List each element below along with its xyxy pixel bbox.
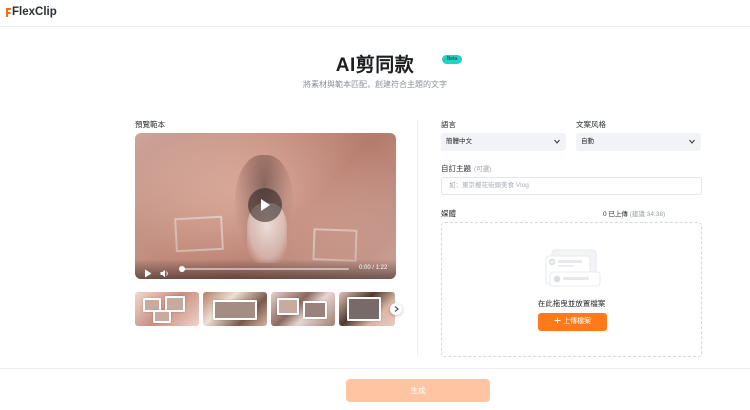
topic-input[interactable]: 如：東京櫻花街頭美食 Vlog bbox=[441, 177, 702, 195]
beta-badge: Beta bbox=[442, 55, 462, 64]
upload-files-button[interactable]: 上傳檔案 bbox=[538, 313, 607, 331]
top-bar: FlexClip bbox=[0, 0, 750, 27]
bottom-action-bar: 生成 bbox=[0, 368, 750, 410]
preview-label: 預覽範本 bbox=[135, 120, 165, 129]
topic-optional-hint: (可選) bbox=[474, 166, 492, 173]
play-icon bbox=[261, 199, 270, 211]
thumbnails-next-button[interactable] bbox=[390, 303, 402, 315]
play-icon bbox=[145, 269, 152, 278]
style-select-value: 自動 bbox=[581, 138, 594, 145]
column-divider bbox=[417, 120, 418, 356]
template-thumbnail-strip bbox=[135, 292, 401, 326]
logo-text: FlexClip bbox=[12, 6, 57, 18]
flexclip-logo[interactable]: FlexClip bbox=[5, 6, 57, 18]
chevron-down-icon bbox=[554, 139, 560, 144]
volume-button[interactable] bbox=[160, 265, 170, 279]
video-time: 0:00 / 1:22 bbox=[359, 265, 388, 271]
topic-label: 自訂主題 (可選) bbox=[441, 163, 491, 174]
language-label: 語言 bbox=[441, 120, 456, 129]
template-thumbnail[interactable] bbox=[135, 292, 199, 326]
media-dropzone[interactable]: 在此拖曳並放置檔案 上傳檔案 bbox=[441, 222, 702, 357]
page-title: AI剪同款 bbox=[335, 55, 415, 76]
template-thumbnail[interactable] bbox=[271, 292, 335, 326]
style-select[interactable]: 自動 bbox=[576, 133, 701, 151]
chevron-down-icon bbox=[689, 139, 695, 144]
volume-icon bbox=[160, 269, 168, 278]
video-controls: 0:00 / 1:22 bbox=[135, 259, 396, 279]
page-subtitle: 將素材與範本匹配，創建符合主題的文字 bbox=[303, 80, 447, 89]
template-thumbnail[interactable] bbox=[339, 292, 395, 326]
language-select[interactable]: 簡體中文 bbox=[441, 133, 566, 151]
dropzone-instruction: 在此拖曳並放置檔案 bbox=[537, 299, 606, 308]
plus-icon bbox=[554, 317, 561, 324]
template-preview-video[interactable]: 0:00 / 1:22 bbox=[135, 133, 396, 279]
media-suggest-duration: (建議 34:38) bbox=[629, 211, 666, 218]
template-thumbnail[interactable] bbox=[203, 292, 267, 326]
seek-bar[interactable] bbox=[179, 266, 349, 272]
control-play-button[interactable] bbox=[144, 265, 152, 279]
media-count-value: 0 已上傳 bbox=[603, 211, 628, 218]
topic-label-text: 自訂主題 bbox=[441, 164, 471, 173]
media-upload-count: 0 已上傳 (建議 34:38) bbox=[603, 208, 665, 218]
media-label: 媒體 bbox=[441, 209, 456, 218]
seek-handle[interactable] bbox=[179, 266, 185, 272]
upload-illustration bbox=[545, 249, 601, 287]
big-play-button[interactable] bbox=[248, 188, 282, 222]
language-select-value: 簡體中文 bbox=[446, 138, 472, 145]
page-title-row: AI剪同款 bbox=[0, 50, 750, 77]
generate-button[interactable]: 生成 bbox=[346, 379, 490, 402]
chevron-right-icon bbox=[394, 306, 399, 312]
style-label: 文案风格 bbox=[576, 120, 606, 129]
upload-files-label: 上傳檔案 bbox=[563, 318, 591, 325]
flexclip-logo-icon bbox=[5, 7, 12, 18]
